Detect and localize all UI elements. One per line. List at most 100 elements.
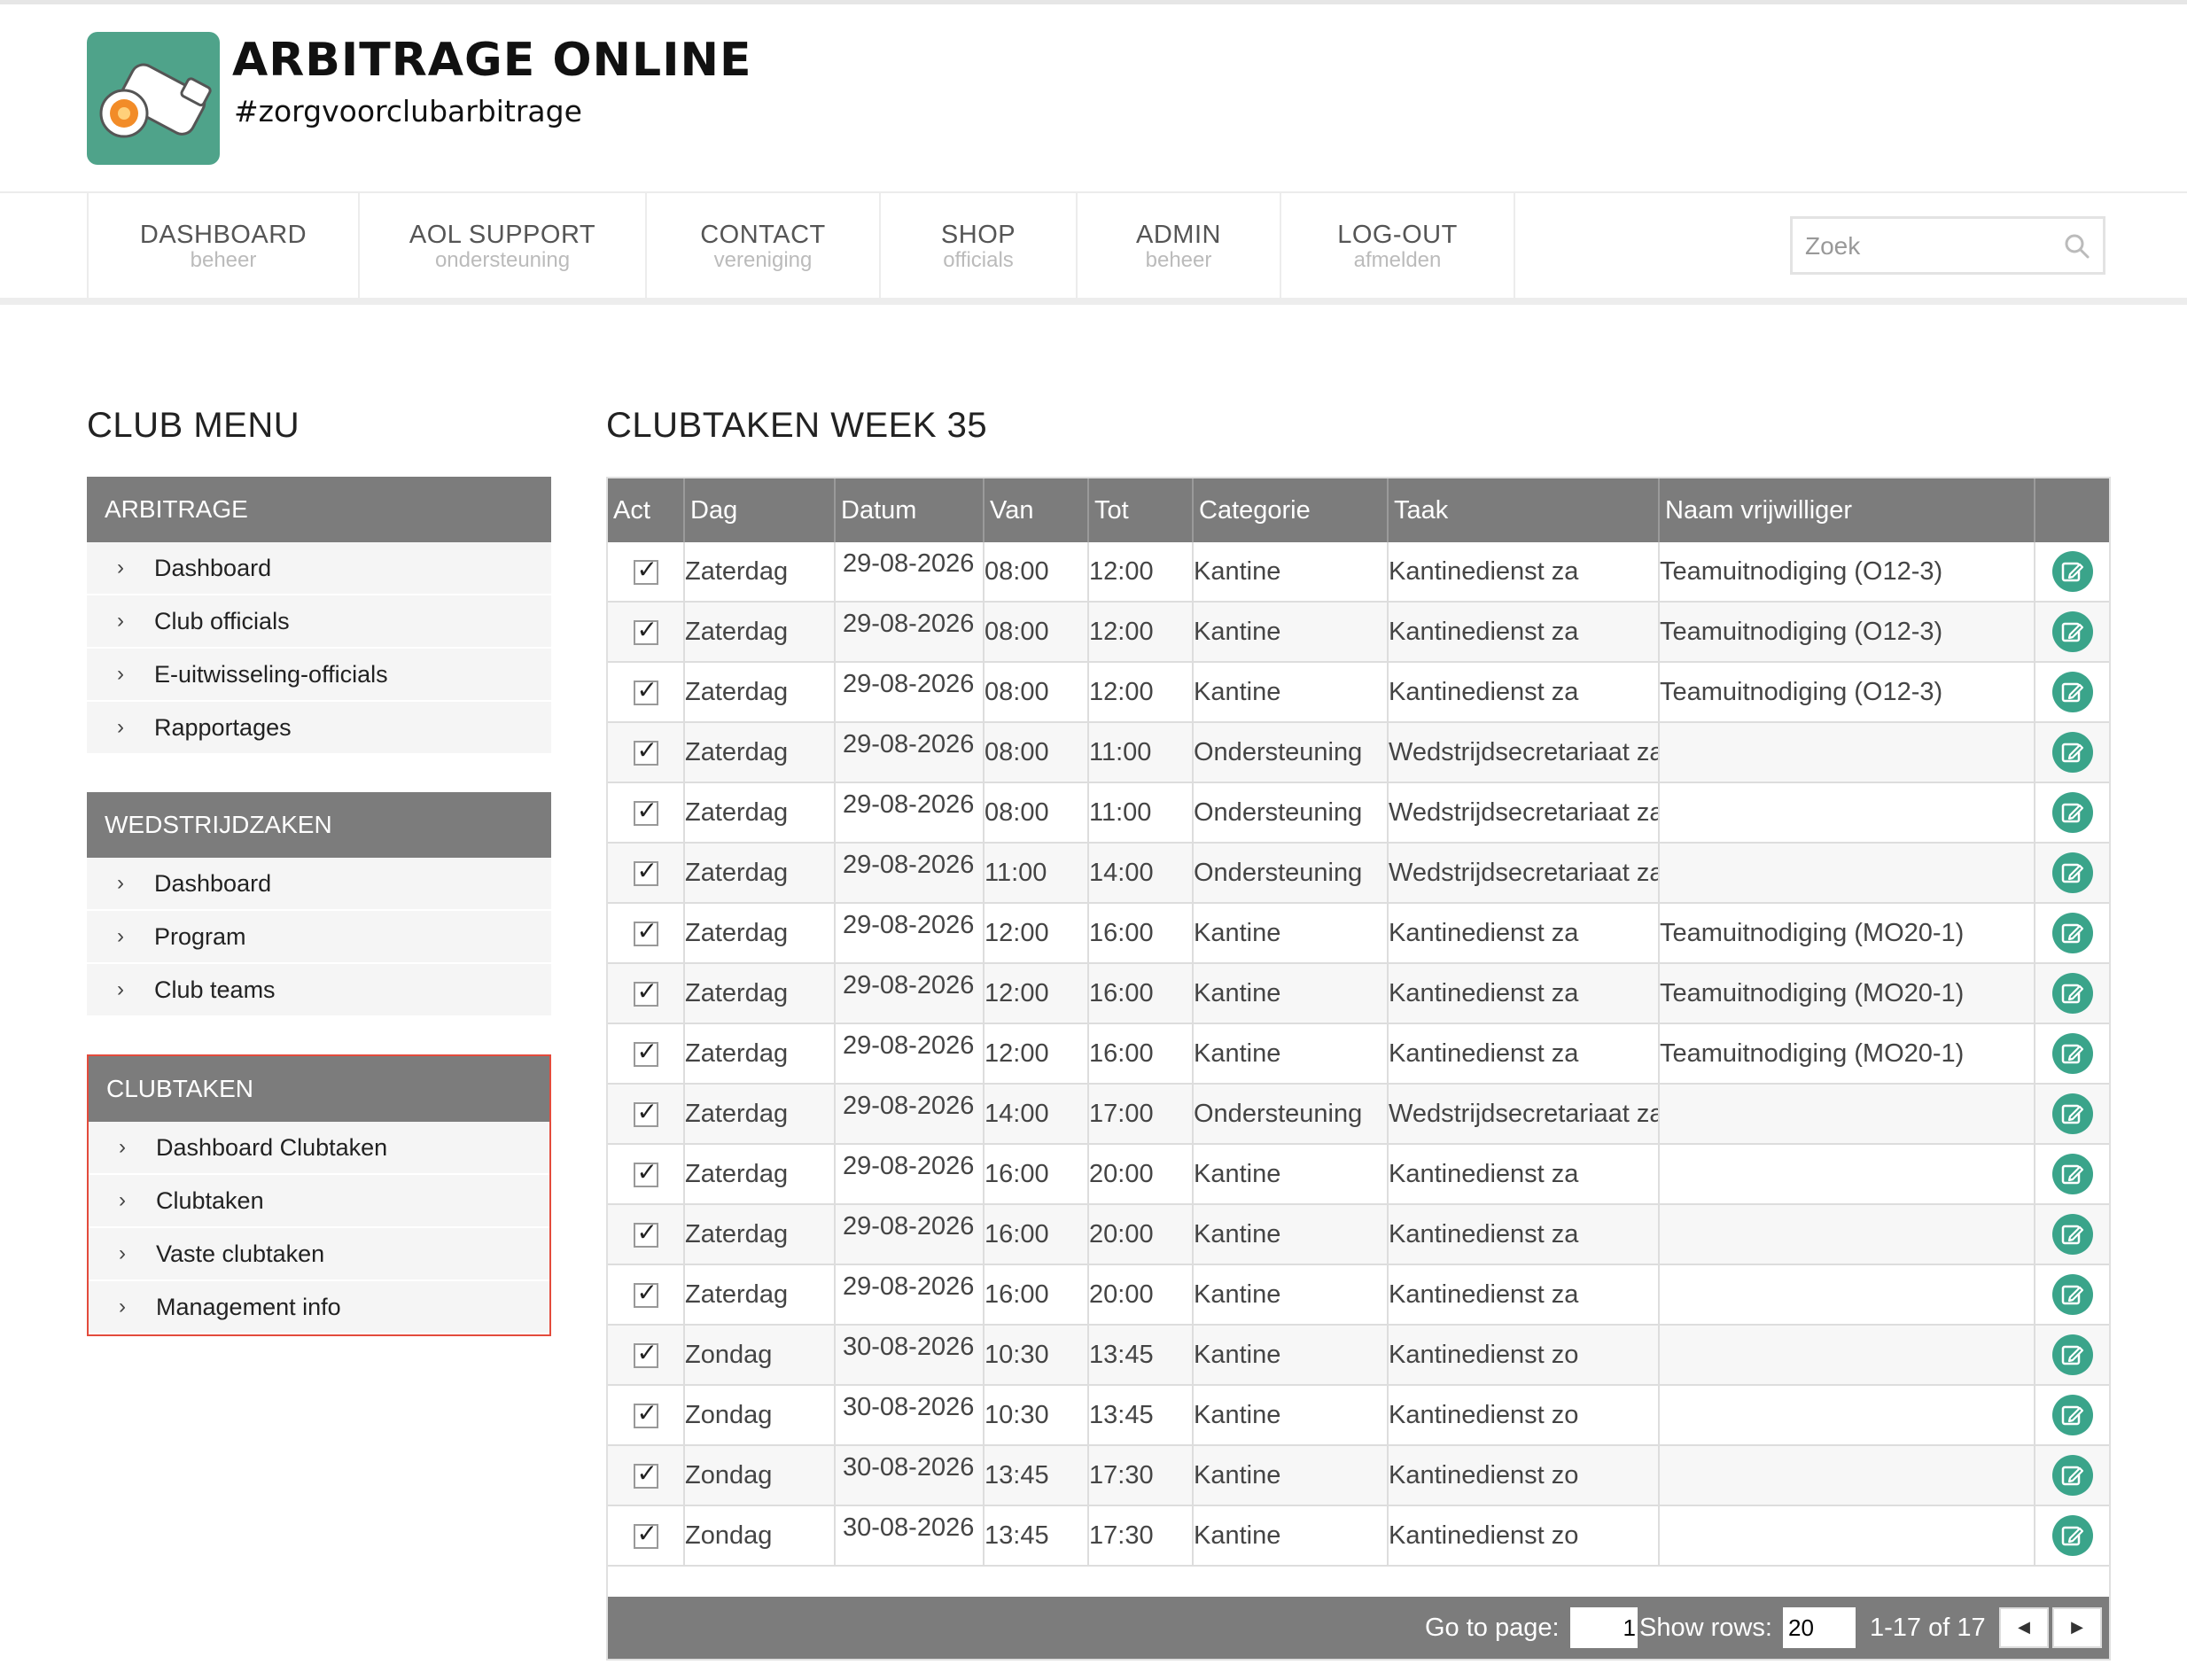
table-row[interactable]: Zaterdag29-08-202612:0016:00KantineKanti… xyxy=(608,1023,2109,1085)
edit-icon[interactable] xyxy=(2051,611,2093,652)
cell-categorie: Ondersteuning xyxy=(1193,782,1389,844)
menu-item-rapportages[interactable]: › Rapportages xyxy=(87,702,551,755)
table-row[interactable]: Zaterdag29-08-202614:0017:00Ondersteunin… xyxy=(608,1084,2109,1145)
active-checkbox[interactable] xyxy=(633,976,658,1007)
goto-page-input[interactable] xyxy=(1570,1607,1638,1648)
edit-icon[interactable] xyxy=(2051,1033,2093,1074)
menu-item-dashboard[interactable]: › Dashboard xyxy=(87,542,551,595)
table-row[interactable]: Zaterdag29-08-202616:0020:00KantineKanti… xyxy=(608,1204,2109,1265)
menu-item-dashboard-clubtaken[interactable]: › Dashboard Clubtaken xyxy=(89,1122,549,1175)
column-header-naam-vrijwilliger[interactable]: Naam vrijwilliger xyxy=(1659,478,2035,542)
edit-icon[interactable] xyxy=(2051,852,2093,893)
search-icon[interactable] xyxy=(2064,233,2090,260)
table-row[interactable]: Zaterdag29-08-202616:0020:00KantineKanti… xyxy=(608,1144,2109,1205)
active-checkbox[interactable] xyxy=(633,675,658,705)
active-checkbox[interactable] xyxy=(633,1458,658,1489)
menu-item-label: Rapportages xyxy=(154,713,292,741)
table-row[interactable]: Zondag30-08-202610:3013:45KantineKantine… xyxy=(608,1325,2109,1386)
table-row[interactable]: Zaterdag29-08-202608:0011:00Ondersteunin… xyxy=(608,722,2109,783)
next-page-button[interactable]: ▶ xyxy=(2052,1607,2102,1648)
nav-item-log-out[interactable]: LOG-OUT afmelden xyxy=(1281,193,1515,299)
edit-icon[interactable] xyxy=(2051,1455,2093,1496)
edit-icon[interactable] xyxy=(2051,1093,2093,1134)
table-row[interactable]: Zaterdag29-08-202612:0016:00KantineKanti… xyxy=(608,963,2109,1024)
active-checkbox[interactable] xyxy=(633,1278,658,1308)
active-checkbox[interactable] xyxy=(633,1037,658,1067)
menu-item-program[interactable]: › Program xyxy=(87,911,551,964)
nav-item-admin[interactable]: ADMIN beheer xyxy=(1078,193,1281,299)
column-header-categorie[interactable]: Categorie xyxy=(1193,478,1389,542)
active-checkbox[interactable] xyxy=(633,916,658,946)
cell-act xyxy=(608,1144,685,1205)
table-row[interactable]: Zaterdag29-08-202608:0012:00KantineKanti… xyxy=(608,602,2109,663)
active-checkbox[interactable] xyxy=(633,1519,658,1549)
menu-item-vaste-clubtaken[interactable]: › Vaste clubtaken xyxy=(89,1228,549,1281)
active-checkbox[interactable] xyxy=(633,796,658,826)
edit-icon[interactable] xyxy=(2051,1334,2093,1375)
edit-icon[interactable] xyxy=(2051,973,2093,1014)
table-row[interactable]: Zaterdag29-08-202612:0016:00KantineKanti… xyxy=(608,903,2109,964)
edit-icon[interactable] xyxy=(2051,1274,2093,1315)
nav-sublabel: beheer xyxy=(190,248,257,272)
edit-icon[interactable] xyxy=(2051,1154,2093,1194)
active-checkbox[interactable] xyxy=(633,1338,658,1368)
show-rows-input[interactable] xyxy=(1783,1607,1856,1648)
logo-whistle-icon[interactable] xyxy=(87,32,220,165)
table-row[interactable]: Zaterdag29-08-202616:0020:00KantineKanti… xyxy=(608,1264,2109,1326)
nav-item-aol-support[interactable]: AOL SUPPORT ondersteuning xyxy=(360,193,647,299)
column-header-datum[interactable]: Datum xyxy=(835,478,985,542)
column-header-van[interactable]: Van xyxy=(984,478,1089,542)
pager-range: 1-17 of 17 xyxy=(1870,1614,1986,1642)
edit-icon[interactable] xyxy=(2051,792,2093,833)
active-checkbox[interactable] xyxy=(633,1157,658,1187)
active-checkbox[interactable] xyxy=(633,735,658,766)
cell-van: 10:30 xyxy=(984,1325,1089,1386)
table-row[interactable]: Zaterdag29-08-202608:0012:00KantineKanti… xyxy=(608,542,2109,603)
edit-icon[interactable] xyxy=(2051,551,2093,592)
menu-item-management-info[interactable]: › Management info xyxy=(89,1281,549,1334)
column-header-act[interactable]: Act xyxy=(608,478,685,542)
table-row[interactable]: Zaterdag29-08-202611:0014:00Ondersteunin… xyxy=(608,843,2109,904)
active-checkbox[interactable] xyxy=(633,555,658,585)
nav-item-dashboard[interactable]: DASHBOARD beheer xyxy=(89,193,360,299)
nav-item-contact[interactable]: CONTACT vereniging xyxy=(647,193,881,299)
edit-icon[interactable] xyxy=(2051,732,2093,773)
menu-item-e-uitwisseling-officials[interactable]: › E-uitwisseling-officials xyxy=(87,649,551,702)
menu-item-club-teams[interactable]: › Club teams xyxy=(87,964,551,1017)
edit-icon[interactable] xyxy=(2051,913,2093,953)
cell-datum: 29-08-2026 xyxy=(835,1204,985,1265)
edit-icon[interactable] xyxy=(2051,672,2093,712)
active-checkbox[interactable] xyxy=(633,615,658,645)
active-checkbox[interactable] xyxy=(633,1398,658,1428)
edit-icon[interactable] xyxy=(2051,1214,2093,1255)
column-header-taak[interactable]: Taak xyxy=(1388,478,1660,542)
active-checkbox[interactable] xyxy=(633,856,658,886)
menu-item-club-officials[interactable]: › Club officials xyxy=(87,595,551,649)
menu-item-clubtaken[interactable]: › Clubtaken xyxy=(89,1175,549,1228)
cell-taak: Kantinedienst zo xyxy=(1388,1385,1660,1446)
cell-datum: 29-08-2026 xyxy=(835,1264,985,1326)
table-row[interactable]: Zondag30-08-202610:3013:45KantineKantine… xyxy=(608,1385,2109,1446)
table-row[interactable]: Zaterdag29-08-202608:0012:00KantineKanti… xyxy=(608,662,2109,723)
cell-dag: Zaterdag xyxy=(684,1144,836,1205)
active-checkbox[interactable] xyxy=(633,1217,658,1248)
search-input[interactable] xyxy=(1803,226,2055,267)
active-checkbox[interactable] xyxy=(633,1097,658,1127)
cell-categorie: Kantine xyxy=(1193,963,1389,1024)
nav-item-shop[interactable]: SHOP officials xyxy=(881,193,1078,299)
table-row[interactable]: Zondag30-08-202613:4517:30KantineKantine… xyxy=(608,1505,2109,1567)
chevron-right-icon: › xyxy=(117,662,124,686)
menu-item-dashboard[interactable]: › Dashboard xyxy=(87,858,551,911)
cell-categorie: Kantine xyxy=(1193,1264,1389,1326)
edit-icon[interactable] xyxy=(2051,1515,2093,1556)
table-row[interactable]: Zondag30-08-202613:4517:30KantineKantine… xyxy=(608,1445,2109,1506)
cell-act xyxy=(608,1023,685,1085)
edit-icon[interactable] xyxy=(2051,1395,2093,1435)
cell-datum: 30-08-2026 xyxy=(835,1385,985,1446)
table-row[interactable]: Zaterdag29-08-202608:0011:00Ondersteunin… xyxy=(608,782,2109,844)
cell-naam-vrijwilliger: Teamuitnodiging (MO20-1) xyxy=(1659,963,2035,1024)
prev-page-button[interactable]: ◀ xyxy=(1999,1607,2049,1648)
column-header-tot[interactable]: Tot xyxy=(1088,478,1194,542)
cell-taak: Wedstrijdsecretariaat za xyxy=(1388,782,1660,844)
column-header-dag[interactable]: Dag xyxy=(684,478,836,542)
